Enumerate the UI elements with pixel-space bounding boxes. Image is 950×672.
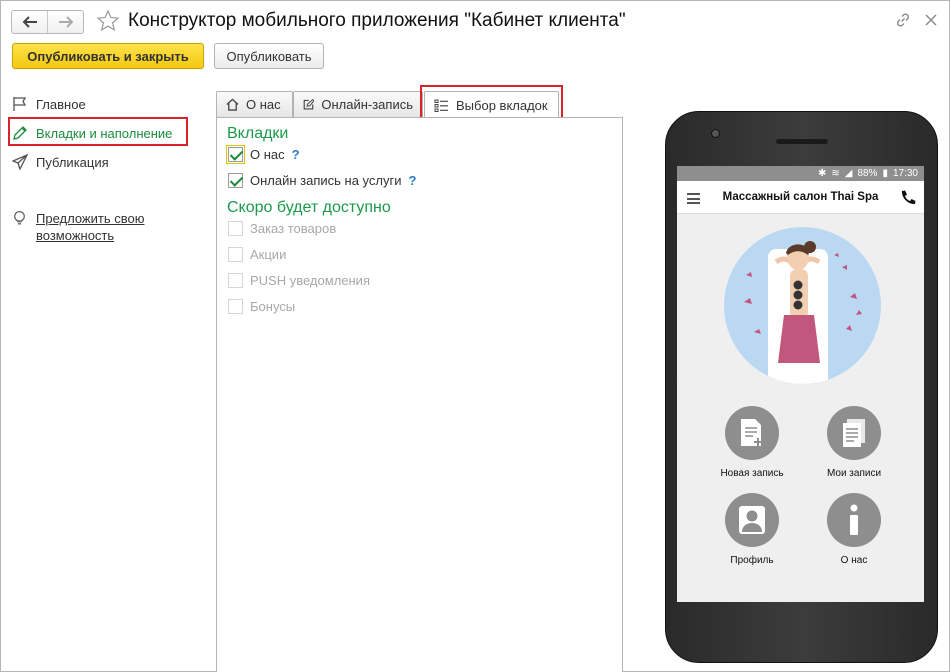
- sidebar-item-label: Главное: [36, 96, 86, 112]
- suggest-feature-link[interactable]: Предложить свою возможность: [36, 210, 176, 244]
- home-icon: [226, 98, 239, 111]
- back-button[interactable]: [12, 11, 47, 33]
- option-online-booking[interactable]: Онлайн запись на услуги ?: [228, 173, 416, 188]
- tile-profile[interactable]: Профиль: [702, 493, 802, 566]
- status-time: 17:30: [892, 168, 918, 179]
- link-icon[interactable]: [895, 12, 911, 28]
- bluetooth-icon: ✱: [817, 168, 827, 179]
- sidebar-item-label: Публикация: [36, 154, 109, 170]
- option-label: Заказ товаров: [250, 221, 337, 236]
- option-label: Акции: [250, 247, 287, 262]
- checkbox-bonuses: [228, 299, 243, 314]
- option-label: Онлайн запись на услуги: [250, 173, 402, 188]
- option-label: О нас: [250, 147, 285, 162]
- tile-new-booking[interactable]: Новая запись: [702, 406, 802, 479]
- option-orders: Заказ товаров: [228, 221, 336, 236]
- phone-status-bar: ✱ ≋ ◢ 88% ▮ 17:30: [677, 166, 924, 181]
- favorite-star-icon[interactable]: [96, 9, 120, 33]
- app-bar: Массажный салон Thai Spa: [677, 181, 924, 214]
- checkbox-orders: [228, 221, 243, 236]
- arrow-left-icon: [22, 16, 37, 28]
- option-about[interactable]: О нас ?: [226, 145, 300, 164]
- forward-button[interactable]: [47, 11, 83, 33]
- paper-plane-icon: [11, 154, 28, 171]
- checkbox-promotions: [228, 247, 243, 262]
- option-label: PUSH уведомления: [250, 273, 370, 288]
- history-nav: [11, 10, 84, 34]
- checkbox-online-booking[interactable]: [228, 173, 243, 188]
- soon-section-title: Скоро будет доступно: [227, 199, 391, 216]
- battery-icon: ▮: [882, 168, 888, 179]
- arrow-right-icon: [58, 16, 73, 28]
- option-bonuses: Бонусы: [228, 299, 295, 314]
- window-title: Конструктор мобильного приложения "Кабин…: [128, 10, 626, 31]
- phone-screen: ✱ ≋ ◢ 88% ▮ 17:30 Массажный салон Thai S…: [677, 166, 924, 602]
- close-icon[interactable]: [925, 14, 937, 26]
- phone-speaker: [776, 139, 828, 144]
- annotation-highlight-sidebar: [8, 117, 188, 146]
- tab-label: Онлайн-запись: [321, 97, 413, 112]
- designer-window: Конструктор мобильного приложения "Кабин…: [0, 0, 950, 672]
- app-title: Массажный салон Thai Spa: [722, 191, 879, 203]
- suggest-feature: Предложить свою возможность: [11, 210, 176, 244]
- tile-label: Профиль: [730, 555, 774, 566]
- checkbox-about[interactable]: [226, 145, 245, 164]
- help-icon[interactable]: ?: [409, 173, 417, 188]
- tabs-section-title: Вкладки: [227, 125, 289, 142]
- window-controls: [895, 12, 937, 28]
- sidebar-item-publication[interactable]: Публикация: [11, 151, 109, 173]
- battery-level: 88%: [857, 168, 878, 179]
- tab-about[interactable]: О нас: [216, 91, 293, 117]
- tile-label: Новая запись: [720, 468, 784, 479]
- flag-icon: [11, 96, 28, 113]
- spa-illustration: [724, 227, 881, 384]
- new-document-icon: [725, 406, 779, 460]
- option-promotions: Акции: [228, 247, 286, 262]
- tab-online-booking[interactable]: Онлайн-запись: [293, 91, 423, 117]
- phone-camera: [711, 129, 720, 138]
- edit-icon: [303, 98, 315, 110]
- option-push: PUSH уведомления: [228, 273, 370, 288]
- info-icon: [827, 493, 881, 547]
- checkbox-push: [228, 273, 243, 288]
- wifi-icon: ≋: [831, 168, 840, 179]
- signal-icon: ◢: [844, 168, 853, 179]
- user-icon: [725, 493, 779, 547]
- tile-label: О нас: [840, 555, 868, 566]
- publish-button[interactable]: Опубликовать: [214, 43, 324, 69]
- tile-label: Мои записи: [826, 468, 882, 479]
- tab-label: О нас: [246, 97, 281, 112]
- documents-icon: [827, 406, 881, 460]
- help-icon[interactable]: ?: [292, 147, 300, 162]
- publish-and-close-button[interactable]: Опубликовать и закрыть: [12, 43, 204, 69]
- sidebar-item-main[interactable]: Главное: [11, 93, 86, 115]
- option-label: Бонусы: [250, 299, 296, 314]
- phone-call-icon[interactable]: [899, 189, 917, 210]
- lightbulb-icon: [11, 210, 28, 244]
- tile-about[interactable]: О нас: [804, 493, 904, 566]
- tile-my-bookings[interactable]: Мои записи: [804, 406, 904, 479]
